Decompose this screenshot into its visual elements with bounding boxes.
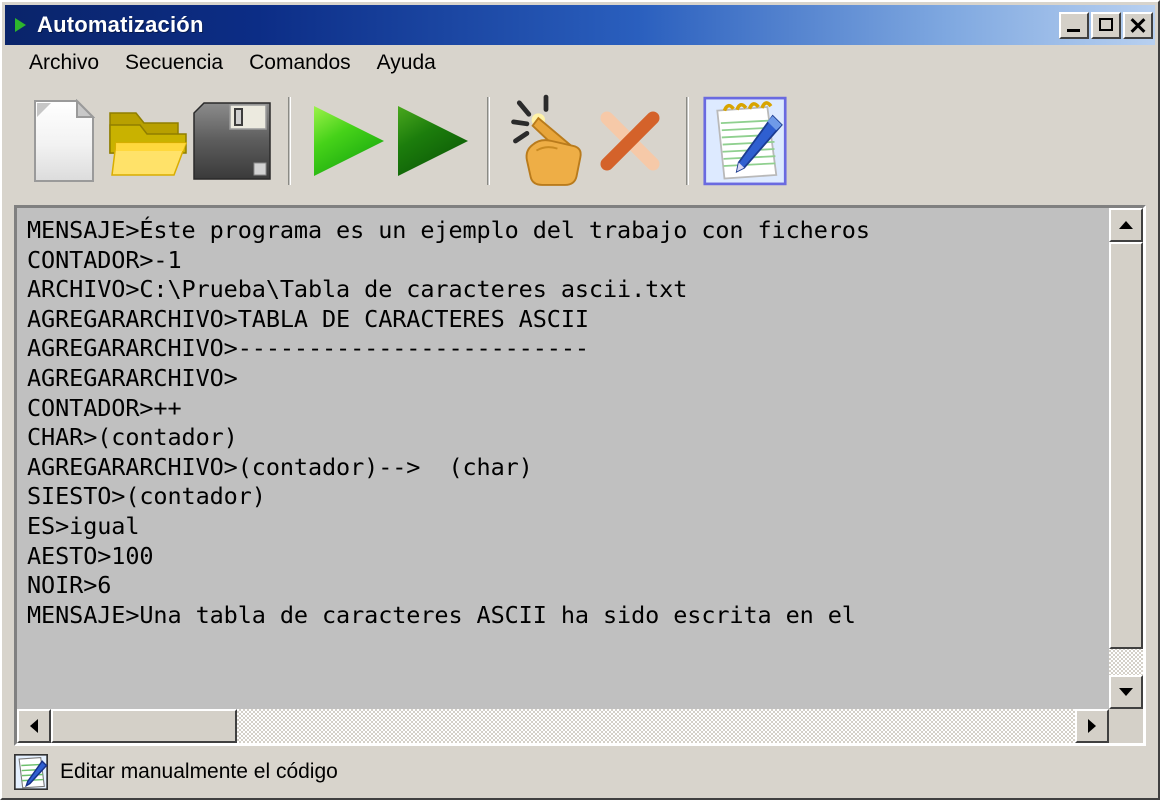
green-play-light-icon [314,106,384,176]
run-step-button[interactable] [389,89,473,193]
green-play-triangle-icon [11,15,31,35]
horizontal-scroll-track[interactable] [51,709,1075,743]
menu-item-secuencia[interactable]: Secuencia [112,49,236,77]
code-line: CONTADOR>++ [27,393,182,422]
toolbar-separator [487,97,490,185]
vertical-scroll-track[interactable] [1109,242,1143,675]
vertical-scrollbar[interactable] [1108,208,1143,709]
status-bar-text: Editar manualmente el código [60,760,338,783]
scroll-left-button[interactable] [17,709,51,743]
hand-magic-wand-icon [511,94,582,186]
title-bar: Automatización [5,5,1155,45]
code-text-area[interactable]: MENSAJE>Éste programa es un ejemplo del … [17,208,1108,709]
menu-item-ayuda[interactable]: Ayuda [364,49,449,77]
new-document-button[interactable] [22,89,106,193]
wizard-button[interactable] [504,89,588,193]
toolbar-separator [686,97,689,185]
open-folder-icon [109,112,188,176]
maximize-button[interactable] [1091,11,1121,39]
orange-x-delete-icon [600,111,660,171]
code-line: CHAR>(contador) [27,423,238,452]
menu-bar: Archivo Secuencia Comandos Ayuda [2,45,1158,81]
horizontal-scrollbar[interactable] [17,709,1143,743]
delete-button[interactable] [588,89,672,193]
scroll-up-arrow [1119,221,1133,229]
code-line: AGREGARARCHIVO>TABLA DE CARACTERES ASCII [27,304,589,333]
code-line: ARCHIVO>C:\Prueba\Tabla de caracteres as… [27,275,688,304]
run-button[interactable] [305,89,389,193]
save-button[interactable] [190,89,274,193]
code-line: CONTADOR>-1 [27,245,182,274]
close-button[interactable] [1123,11,1153,39]
vertical-scroll-thumb[interactable] [1109,242,1143,649]
minimize-button[interactable] [1059,11,1089,39]
notepad-pen-edit-icon [703,96,787,186]
toolbar-separator [288,97,291,185]
horizontal-scroll-thumb[interactable] [51,709,237,743]
window-title: Automatización [37,12,204,37]
new-document-icon [34,99,95,182]
code-line: MENSAJE>Una tabla de caracteres ASCII ha… [27,600,856,629]
code-editor: MENSAJE>Éste programa es un ejemplo del … [14,205,1146,746]
scroll-right-button[interactable] [1075,709,1109,743]
code-line: AGREGARARCHIVO>------------------------- [27,334,589,363]
open-folder-button[interactable] [106,89,190,193]
code-line: AGREGARARCHIVO> [27,363,238,392]
code-line: ES>igual [27,511,140,540]
menu-item-archivo[interactable]: Archivo [16,49,112,77]
green-play-dark-icon [398,106,468,176]
floppy-disk-save-icon [193,102,271,180]
scroll-down-arrow [1119,688,1133,696]
menu-item-comandos[interactable]: Comandos [236,49,364,77]
code-line: AGREGARARCHIVO>(contador)--> (char) [27,452,533,481]
edit-code-button[interactable] [703,89,787,193]
scroll-right-arrow [1088,719,1096,733]
scrollbar-corner [1109,709,1143,743]
notepad-pen-edit-icon [14,754,48,790]
code-line: MENSAJE>Éste programa es un ejemplo del … [27,216,870,244]
application-window: Automatización Archivo Secuencia Comando… [0,0,1160,800]
toolbar [2,81,1158,201]
status-bar: Editar manualmente el código [2,746,1158,798]
scroll-up-button[interactable] [1109,208,1143,242]
scroll-left-arrow [30,719,38,733]
scroll-down-button[interactable] [1109,675,1143,709]
code-line: NOIR>6 [27,571,112,600]
code-line: SIESTO>(contador) [27,482,266,511]
code-editor-row: MENSAJE>Éste programa es un ejemplo del … [17,208,1143,709]
code-line: AESTO>100 [27,541,154,570]
